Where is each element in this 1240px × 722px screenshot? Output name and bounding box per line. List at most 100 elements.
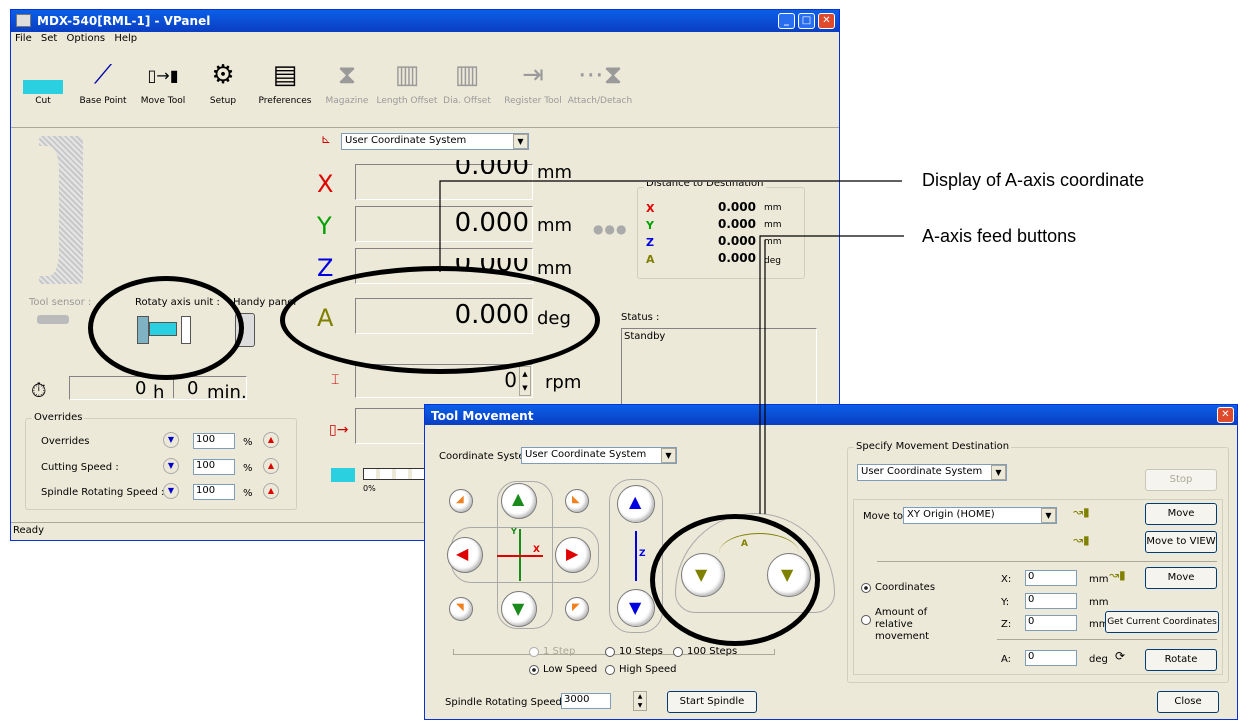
- override-unit: %: [243, 437, 253, 448]
- feed-x-minus-y-plus-button[interactable]: ◢: [449, 489, 473, 513]
- register-tool-button[interactable]: ⇥ Register Tool: [501, 54, 565, 106]
- register-tool-icon: ⇥: [522, 60, 544, 90]
- dialog-title-bar: Tool Movement ✕: [425, 405, 1237, 425]
- feed-z-minus-button[interactable]: ▼: [617, 589, 655, 627]
- dialog-coord-select[interactable]: User Coordinate System ▼: [521, 447, 677, 464]
- feed-y-plus-button[interactable]: ▲: [501, 483, 537, 519]
- length-offset-icon: ▥: [394, 60, 420, 90]
- devices-highlight-oval: [88, 276, 244, 380]
- dist-x-unit: mm: [764, 203, 782, 213]
- override-down-button[interactable]: ▼: [163, 432, 179, 448]
- dialog-close-icon[interactable]: ✕: [1217, 407, 1234, 423]
- step-1-radio[interactable]: [529, 647, 539, 657]
- menu-help[interactable]: Help: [114, 33, 137, 44]
- spindle-speed-up-button[interactable]: ▲: [263, 483, 279, 499]
- app-icon: [16, 14, 31, 27]
- dest-divider-2: [997, 639, 1217, 640]
- status-value: Standby: [624, 331, 666, 342]
- dist-a-unit: deg: [764, 256, 781, 266]
- feed-x-plus-y-plus-button[interactable]: ◣: [565, 489, 589, 513]
- override-field[interactable]: 100: [193, 433, 235, 449]
- cutting-speed-field[interactable]: 100: [193, 459, 235, 475]
- preferences-button[interactable]: ▤ Preferences: [253, 54, 317, 106]
- toolbar: Cut ⟋ Base Point ▯→▮ Move Tool ⚙ Setup ▤ Pre…: [11, 48, 839, 128]
- override-up-button[interactable]: ▲: [263, 432, 279, 448]
- base-point-button[interactable]: ⟋ Base Point: [71, 54, 135, 107]
- dialog-coord-label: Coordinate System: [439, 451, 535, 462]
- dist-z-value: 0.000: [718, 234, 756, 248]
- cutting-speed-up-button[interactable]: ▲: [263, 458, 279, 474]
- get-current-coordinates-button[interactable]: Get Current Coordinates: [1105, 611, 1219, 633]
- start-spindle-button[interactable]: Start Spindle: [667, 691, 757, 713]
- chevron-down-icon: ▼: [661, 448, 676, 463]
- spindle-spinner[interactable]: ▲ ▼: [519, 366, 531, 396]
- workpiece-profile: [39, 146, 59, 276]
- length-offset-button[interactable]: ▥ Length Offset: [375, 54, 439, 106]
- dest-z-label: Z:: [1001, 619, 1012, 630]
- move-to-select[interactable]: XY Origin (HOME) ▼: [903, 507, 1057, 524]
- dialog-spindle-spinner[interactable]: ▲ ▼: [633, 691, 647, 711]
- dialog-spindle-field[interactable]: 3000: [561, 693, 611, 709]
- distance-group: Distance to Destination X 0.000 mm Y 0.0…: [637, 182, 805, 279]
- title-bar: MDX-540[RML-1] - VPanel _ □ ✕: [11, 10, 839, 32]
- feed-z-plus-button[interactable]: ▲: [617, 485, 655, 523]
- feed-x-minus-button[interactable]: ◀: [447, 537, 483, 573]
- maximize-button[interactable]: □: [798, 13, 815, 29]
- magazine-button[interactable]: ⧗ Magazine: [315, 54, 379, 107]
- dest-x-field[interactable]: 0: [1025, 570, 1077, 586]
- menu-file[interactable]: File: [15, 33, 32, 44]
- dest-a-label: A:: [1001, 654, 1012, 665]
- coordinates-label: Coordinates: [875, 582, 936, 593]
- move-coord-button[interactable]: Move: [1145, 567, 1217, 589]
- dialog-close-button[interactable]: Close: [1157, 691, 1219, 713]
- dest-z-field[interactable]: 0: [1025, 615, 1077, 631]
- base-point-icon: ⟋: [93, 59, 113, 90]
- minutes-value: 0: [187, 378, 199, 399]
- dest-coord-select[interactable]: User Coordinate System ▼: [857, 464, 1007, 481]
- move-tool-icon: ▯→▮: [147, 65, 179, 85]
- feed-x-plus-y-minus-button[interactable]: ◤: [565, 597, 589, 621]
- stop-button[interactable]: Stop: [1145, 469, 1217, 491]
- high-speed-radio[interactable]: [605, 665, 615, 675]
- feed-x-plus-button[interactable]: ▶: [555, 537, 591, 573]
- attach-detach-button[interactable]: ⋯⧗ Attach/Detach: [565, 54, 635, 107]
- low-speed-radio[interactable]: [529, 665, 539, 675]
- close-button[interactable]: ✕: [818, 13, 835, 29]
- cutting-speed-down-button[interactable]: ▼: [163, 458, 179, 474]
- coordinate-system-select[interactable]: User Coordinate System ▼: [341, 133, 529, 150]
- spindle-speed-field[interactable]: 100: [193, 484, 235, 500]
- feed-x-minus-y-minus-button[interactable]: ◥: [449, 597, 473, 621]
- minimize-button[interactable]: _: [778, 13, 795, 29]
- dest-y-field[interactable]: 0: [1025, 593, 1077, 609]
- dialog-spindle-label: Spindle Rotating Speed: [445, 697, 562, 708]
- move-tool-button[interactable]: ▯→▮ Move Tool: [131, 54, 195, 107]
- dest-a-unit: deg: [1089, 654, 1108, 665]
- chevron-down-icon: ▼: [991, 465, 1006, 480]
- minutes-unit: min.: [207, 382, 247, 403]
- rotate-button[interactable]: Rotate: [1145, 649, 1217, 671]
- override-label: Overrides: [41, 436, 90, 447]
- move-view-icon: ↝▮: [1073, 533, 1090, 547]
- coordinates-radio[interactable]: [861, 583, 871, 593]
- attach-detach-icon: ⋯⧗: [577, 59, 623, 90]
- step-10-radio[interactable]: [605, 647, 615, 657]
- setup-button[interactable]: ⚙ Setup: [191, 54, 255, 106]
- feed-annotation-label: A-axis feed buttons: [922, 226, 1077, 246]
- z-axis-label: Z: [317, 254, 334, 282]
- feed-y-minus-button[interactable]: ▼: [501, 591, 537, 627]
- move-button[interactable]: Move: [1145, 503, 1217, 525]
- menu-set[interactable]: Set: [41, 33, 57, 44]
- move-to-view-button[interactable]: Move to VIEW: [1145, 531, 1217, 553]
- dia-offset-button[interactable]: ▥ Dia. Offset: [435, 54, 499, 106]
- menu-options[interactable]: Options: [67, 33, 106, 44]
- step-100-radio[interactable]: [673, 647, 683, 657]
- progress-blocks: [363, 468, 433, 480]
- spindle-speed-down-button[interactable]: ▼: [163, 483, 179, 499]
- cut-button[interactable]: Cut: [11, 54, 75, 106]
- a-axis-feed-oval: [650, 514, 820, 646]
- dest-x-unit: mm: [1089, 574, 1109, 585]
- dist-x-label: X: [646, 202, 655, 215]
- dest-a-field[interactable]: 0: [1025, 650, 1077, 666]
- overrides-title: Overrides: [32, 412, 85, 423]
- relative-radio[interactable]: [861, 615, 871, 625]
